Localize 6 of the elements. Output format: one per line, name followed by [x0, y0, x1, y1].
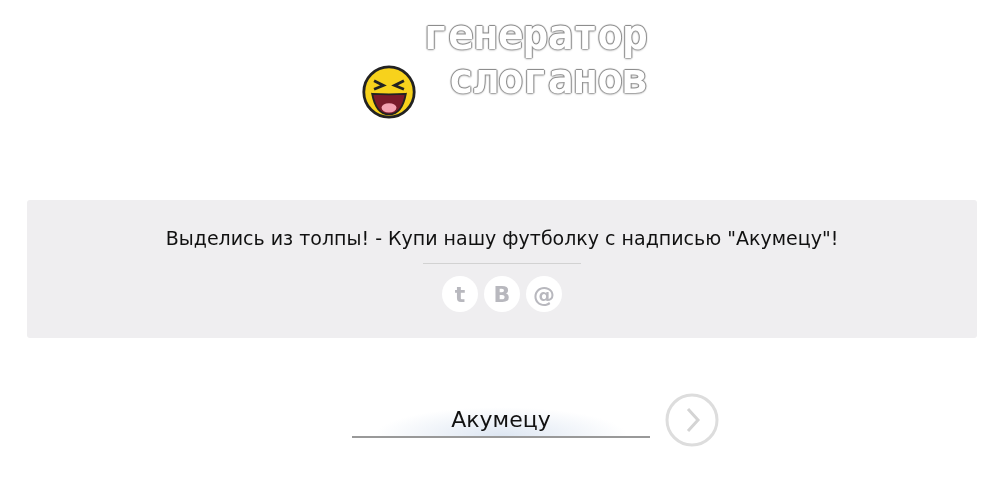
next-button[interactable] — [664, 392, 720, 448]
laughing-face-icon — [361, 64, 417, 120]
share-button[interactable]: t — [442, 276, 478, 312]
slogan-text: Выделись из толпы! - Купи нашу футболку с надписью "Акумецу"! — [165, 227, 839, 249]
share-button[interactable]: B — [484, 276, 520, 312]
share-button[interactable]: @ — [526, 276, 562, 312]
